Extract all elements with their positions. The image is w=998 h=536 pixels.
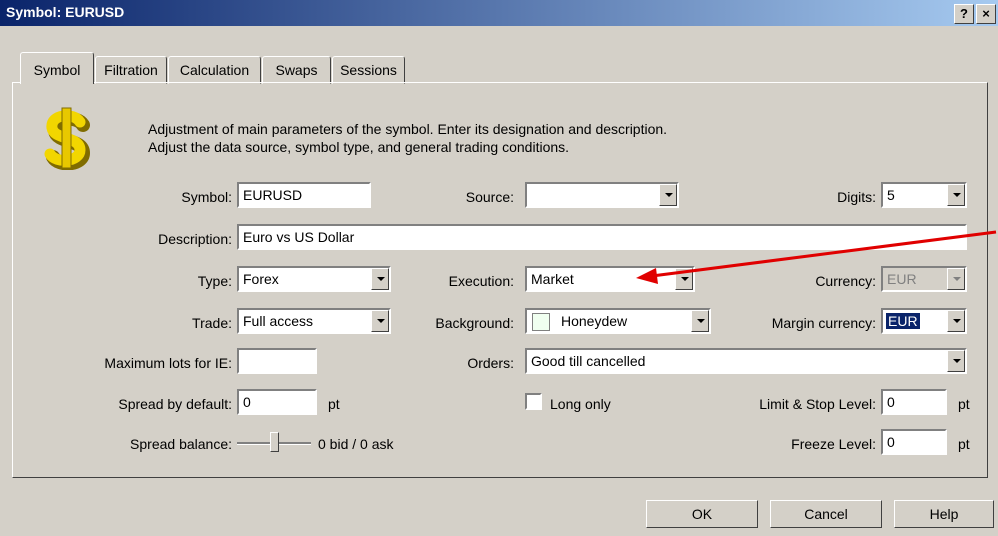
help-button[interactable]: Help — [894, 500, 994, 528]
color-swatch — [532, 313, 550, 331]
background-select[interactable]: Honeydew — [525, 308, 711, 334]
type-select[interactable]: Forex — [237, 266, 391, 292]
chevron-down-icon[interactable] — [691, 310, 709, 332]
limit-stop-unit: pt — [958, 396, 970, 412]
close-button[interactable]: × — [976, 4, 996, 24]
intro-line-2: Adjust the data source, symbol type, and… — [148, 139, 570, 155]
currency-select: EUR — [881, 266, 967, 292]
execution-label: Execution: — [448, 273, 514, 289]
window-title: Symbol: EURUSD — [6, 4, 125, 20]
limit-stop-label: Limit & Stop Level: — [759, 396, 876, 412]
dollar-icon — [44, 107, 91, 170]
tab-swaps[interactable]: Swaps — [262, 56, 331, 84]
orders-label: Orders: — [467, 355, 514, 371]
tab-calculation[interactable]: Calculation — [168, 56, 261, 84]
trade-label: Trade: — [192, 315, 232, 331]
spread-balance-label: Spread balance: — [130, 436, 232, 452]
chevron-down-icon[interactable] — [947, 310, 965, 332]
spread-default-input[interactable]: 0 — [237, 389, 317, 415]
chevron-down-icon[interactable] — [675, 268, 693, 290]
spread-default-unit: pt — [328, 396, 340, 412]
tab-symbol[interactable]: Symbol — [20, 52, 94, 84]
digits-label: Digits: — [837, 189, 876, 205]
execution-select[interactable]: Market — [525, 266, 695, 292]
freeze-label: Freeze Level: — [791, 436, 876, 452]
background-label: Background: — [435, 315, 514, 331]
symbol-dialog: Symbol: EURUSD ? × Symbol Filtration Cal… — [0, 0, 998, 536]
freeze-unit: pt — [958, 436, 970, 452]
description-label: Description: — [158, 231, 232, 247]
max-lots-label: Maximum lots for IE: — [104, 355, 232, 371]
chevron-down-icon[interactable] — [947, 350, 965, 372]
symbol-label: Symbol: — [181, 189, 232, 205]
cancel-button[interactable]: Cancel — [770, 500, 882, 528]
trade-select[interactable]: Full access — [237, 308, 391, 334]
currency-label: Currency: — [815, 273, 876, 289]
type-label: Type: — [197, 273, 232, 289]
title-bar: Symbol: EURUSD ? × — [0, 0, 998, 26]
chevron-down-icon — [947, 268, 965, 290]
source-label: Source: — [465, 189, 514, 205]
limit-stop-input[interactable]: 0 — [881, 389, 947, 415]
spread-balance-value: 0 bid / 0 ask — [318, 436, 394, 452]
long-only-label: Long only — [550, 396, 611, 412]
symbol-input[interactable]: EURUSD — [237, 182, 371, 208]
tab-sessions[interactable]: Sessions — [332, 56, 405, 84]
spread-balance-slider[interactable] — [270, 432, 279, 452]
chevron-down-icon[interactable] — [371, 268, 389, 290]
freeze-input[interactable]: 0 — [881, 429, 947, 455]
intro-line-1: Adjustment of main parameters of the sym… — [148, 121, 668, 137]
chevron-down-icon[interactable] — [371, 310, 389, 332]
chevron-down-icon[interactable] — [947, 184, 965, 206]
spread-default-label: Spread by default: — [118, 396, 232, 412]
max-lots-input[interactable] — [237, 348, 317, 374]
chevron-down-icon[interactable] — [659, 184, 677, 206]
description-input[interactable]: Euro vs US Dollar — [237, 224, 967, 250]
long-only-checkbox[interactable] — [525, 393, 542, 410]
digits-select[interactable]: 5 — [881, 182, 967, 208]
tab-filtration[interactable]: Filtration — [95, 56, 167, 84]
margin-currency-select[interactable]: EUR — [881, 308, 967, 334]
help-title-button[interactable]: ? — [954, 4, 974, 24]
orders-select[interactable]: Good till cancelled — [525, 348, 967, 374]
margin-currency-label: Margin currency: — [771, 315, 876, 331]
source-select[interactable] — [525, 182, 679, 208]
ok-button[interactable]: OK — [646, 500, 758, 528]
